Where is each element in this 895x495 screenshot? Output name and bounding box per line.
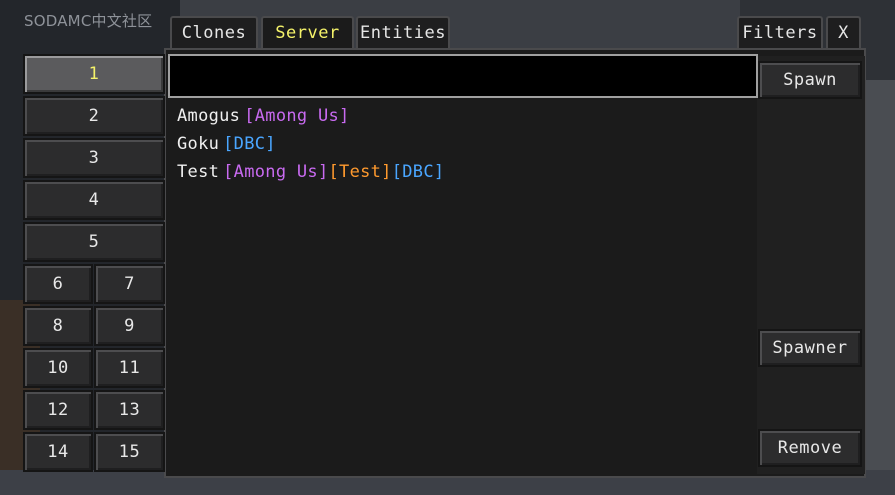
clone-name: Amogus [177,106,241,126]
slot-button-14[interactable]: 14 [23,432,93,472]
slot-button-7[interactable]: 7 [94,264,165,304]
tab-filters[interactable]: Filters [737,16,823,48]
slot-button-12[interactable]: 12 [23,390,93,430]
action-sidebar [757,56,865,474]
slot-button-5[interactable]: 5 [23,222,165,262]
slot-button-4[interactable]: 4 [23,180,165,220]
slot-button-1[interactable]: 1 [23,54,165,94]
slot-button-3[interactable]: 3 [23,138,165,178]
watermark: SODAMC中文社区 [24,12,153,30]
slot-button-6[interactable]: 6 [23,264,93,304]
slot-button-13[interactable]: 13 [94,390,165,430]
close-button[interactable]: X [826,16,861,48]
tab-clones[interactable]: Clones [170,16,258,48]
slot-button-15[interactable]: 15 [94,432,165,472]
slot-button-11[interactable]: 11 [94,348,165,388]
clone-tag: [Test] [328,162,392,182]
remove-button[interactable]: Remove [758,429,862,467]
clone-name: Test [177,162,220,182]
tab-entities[interactable]: Entities [356,16,450,48]
clone-tag: [DBC] [391,162,445,182]
clone-list: Amogus [Among Us] Goku [DBC] Test [Among Us][… [177,104,444,188]
clone-list-item[interactable]: Amogus [Among Us] [177,104,444,132]
clone-list-item[interactable]: Goku [DBC] [177,132,444,160]
slot-button-9[interactable]: 9 [94,306,165,346]
slot-button-10[interactable]: 10 [23,348,93,388]
clone-name: Goku [177,134,220,154]
slot-button-8[interactable]: 8 [23,306,93,346]
clone-tag: [Among Us] [223,162,329,182]
clone-list-item[interactable]: Test [Among Us][Test][DBC] [177,160,444,188]
spawner-button[interactable]: Spawner [758,329,862,367]
spawn-button[interactable]: Spawn [758,61,862,99]
slot-button-2[interactable]: 2 [23,96,165,136]
search-input[interactable] [168,54,758,98]
clone-tag: [Among Us] [244,106,350,126]
clone-tag: [DBC] [223,134,276,154]
